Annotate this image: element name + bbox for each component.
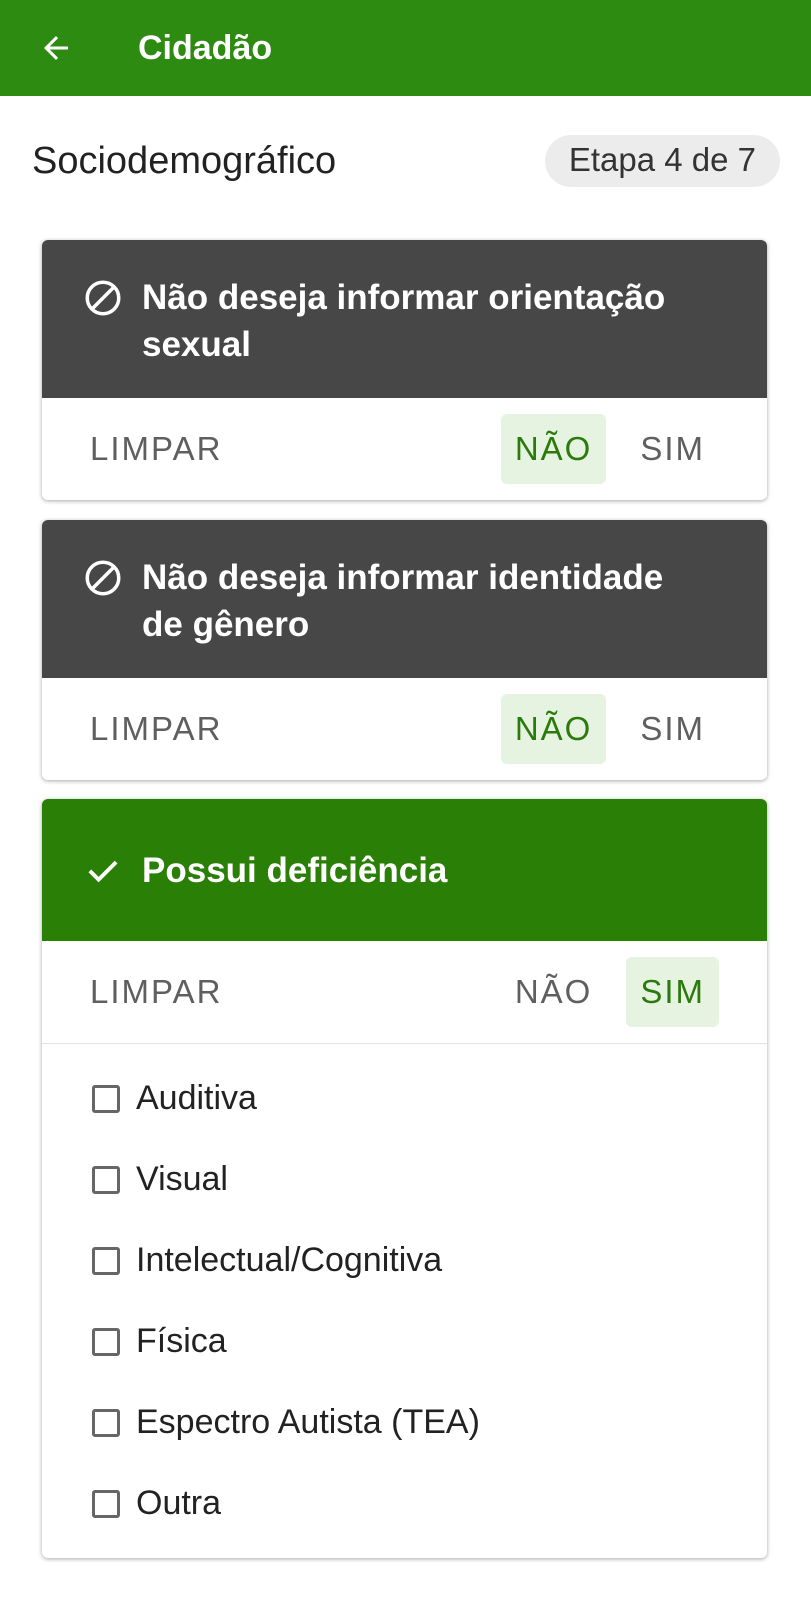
option-tea[interactable]: Espectro Autista (TEA) [92, 1382, 767, 1463]
option-label: Outra [136, 1484, 222, 1522]
option-label: Física [136, 1322, 227, 1360]
card-title: Não deseja informar orientação sexual [142, 278, 666, 364]
clear-button[interactable]: LIMPAR [90, 710, 481, 748]
card-header: Não deseja informar identidade de gênero [42, 520, 767, 678]
answer-actions: LIMPAR NÃO SIM [42, 941, 767, 1043]
clear-button[interactable]: LIMPAR [90, 973, 481, 1011]
yes-button[interactable]: SIM [626, 414, 719, 484]
checkbox[interactable] [92, 1165, 120, 1194]
card-header: Não deseja informar orientação sexual [42, 240, 767, 398]
disability-options: Auditiva Visual Intelectual/Cognitiva Fí… [42, 1044, 767, 1558]
card-disability: Possui deficiência LIMPAR NÃO SIM Auditi… [42, 799, 767, 1558]
block-icon [85, 280, 121, 316]
app-bar: Cidadão [0, 0, 811, 96]
checkbox[interactable] [92, 1246, 120, 1275]
card-title: Possui deficiência [142, 850, 448, 890]
checkbox[interactable] [92, 1084, 120, 1113]
yes-button[interactable]: SIM [626, 957, 719, 1027]
no-button[interactable]: NÃO [501, 957, 607, 1027]
checkbox[interactable] [92, 1327, 120, 1356]
back-button[interactable] [36, 28, 76, 68]
no-button[interactable]: NÃO [500, 414, 607, 484]
option-intelectual[interactable]: Intelectual/Cognitiva [92, 1220, 767, 1301]
option-label: Auditiva [136, 1079, 257, 1117]
checkbox[interactable] [92, 1489, 120, 1518]
check-icon [88, 860, 118, 883]
no-button[interactable]: NÃO [500, 694, 607, 764]
card-gender-identity: Não deseja informar identidade de gênero… [42, 520, 767, 780]
card-title: Não deseja informar identidade de gênero [142, 558, 664, 644]
yes-button[interactable]: SIM [626, 694, 719, 764]
clear-button[interactable]: LIMPAR [90, 430, 481, 468]
option-label: Espectro Autista (TEA) [136, 1403, 480, 1441]
option-visual[interactable]: Visual [92, 1139, 767, 1220]
option-label: Visual [136, 1160, 228, 1198]
card-sexual-orientation: Não deseja informar orientação sexual LI… [42, 240, 767, 500]
answer-actions: LIMPAR NÃO SIM [42, 398, 767, 500]
checkbox[interactable] [92, 1408, 120, 1437]
option-auditiva[interactable]: Auditiva [92, 1058, 767, 1139]
option-outra[interactable]: Outra [92, 1463, 767, 1544]
arrow-left-icon [44, 36, 68, 60]
block-icon [85, 560, 121, 596]
app-title: Cidadão [138, 28, 273, 67]
step-badge: Etapa 4 de 7 [544, 135, 780, 187]
option-label: Intelectual/Cognitiva [136, 1241, 443, 1279]
option-fisica[interactable]: Física [92, 1301, 767, 1382]
card-header: Possui deficiência [42, 799, 767, 941]
answer-actions: LIMPAR NÃO SIM [42, 678, 767, 780]
section-header: Sociodemográfico Etapa 4 de 7 [32, 135, 780, 187]
page-title: Sociodemográfico [32, 139, 337, 182]
